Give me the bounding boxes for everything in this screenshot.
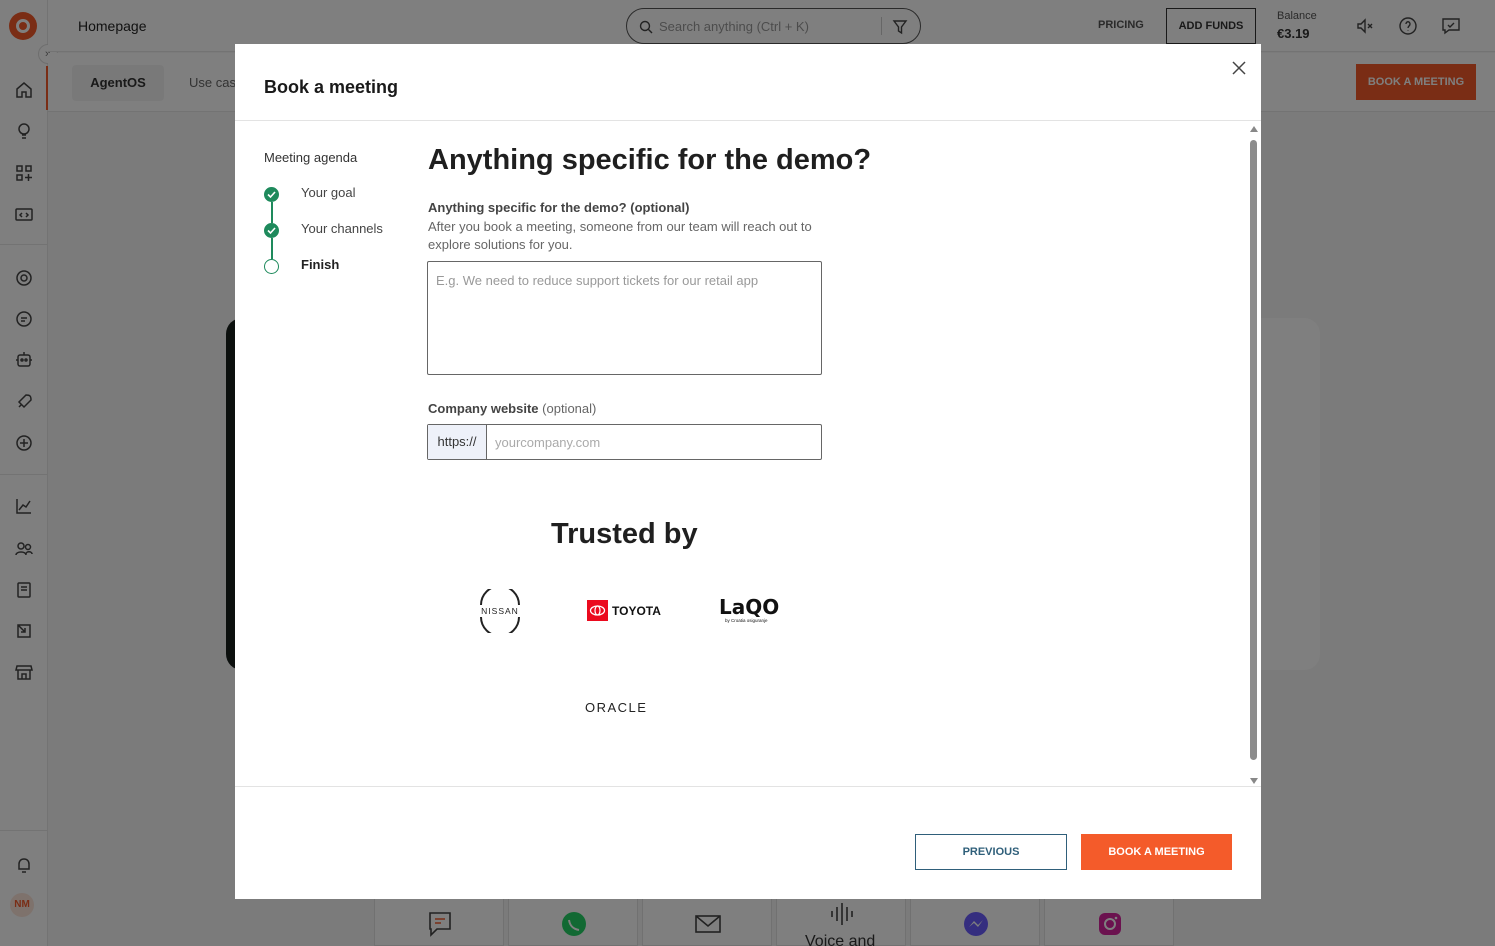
laqo-tagline: by Croatia osiguranje xyxy=(725,618,768,623)
url-prefix: https:// xyxy=(428,425,487,459)
toyota-logo: TOYOTA xyxy=(587,600,667,622)
oracle-wordmark: ORACLE xyxy=(585,700,647,715)
close-icon xyxy=(1232,61,1246,75)
website-input[interactable]: yourcompany.com xyxy=(495,435,600,450)
check-icon xyxy=(264,187,279,202)
section-heading: Anything specific for the demo? xyxy=(428,144,872,176)
footer-divider xyxy=(235,786,1261,787)
modal-title: Book a meeting xyxy=(264,77,399,97)
step-label: Your goal xyxy=(301,185,356,200)
current-step-circle-icon xyxy=(264,259,279,274)
modal-header: Book a meeting xyxy=(235,44,1261,121)
nissan-wordmark: NISSAN xyxy=(481,606,519,616)
step-label: Your channels xyxy=(301,221,383,236)
book-meeting-button[interactable]: BOOK A MEETING xyxy=(1081,834,1232,870)
modal-scrollbar[interactable] xyxy=(1249,126,1259,784)
scrollbar-thumb[interactable] xyxy=(1250,140,1257,760)
trusted-by-heading: Trusted by xyxy=(551,518,698,550)
website-input-group[interactable]: https:// yourcompany.com xyxy=(427,424,822,460)
oracle-logo: ORACLE xyxy=(584,698,668,718)
step-connector xyxy=(271,238,273,259)
toyota-wordmark: TOYOTA xyxy=(612,604,661,618)
step-connector xyxy=(271,202,273,223)
check-icon xyxy=(264,223,279,238)
website-optional-text: (optional) xyxy=(542,401,597,416)
scroll-up-arrow-icon[interactable] xyxy=(1250,126,1258,132)
agenda-title: Meeting agenda xyxy=(264,150,358,165)
laqo-logo: LaQO by Croatia osiguranje xyxy=(717,595,787,625)
website-label-text: Company website xyxy=(428,401,539,416)
scroll-down-arrow-icon[interactable] xyxy=(1250,778,1258,784)
previous-button[interactable]: PREVIOUS xyxy=(915,834,1067,870)
demo-field-help: After you book a meeting, someone from o… xyxy=(428,219,812,252)
website-field-label: Company website (optional) xyxy=(428,401,596,416)
close-button[interactable] xyxy=(1229,58,1249,78)
demo-details-textarea[interactable]: E.g. We need to reduce support tickets f… xyxy=(427,261,822,375)
step-label: Finish xyxy=(301,257,340,272)
demo-field-label: Anything specific for the demo? (optiona… xyxy=(428,200,690,215)
nissan-logo: NISSAN xyxy=(473,585,527,637)
laqo-wordmark: LaQO xyxy=(719,595,779,619)
book-meeting-modal: Book a meeting Meeting agenda Your goal … xyxy=(235,44,1261,899)
